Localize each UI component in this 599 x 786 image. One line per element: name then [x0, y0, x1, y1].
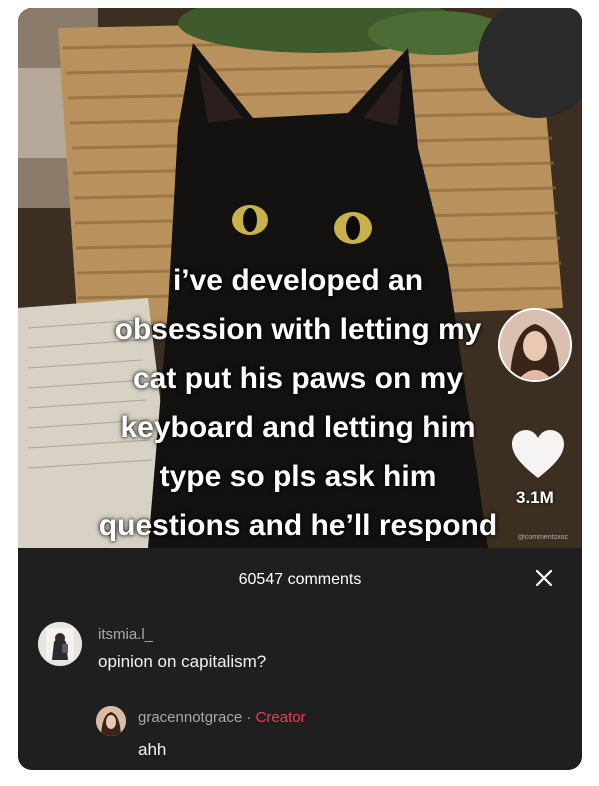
- close-icon[interactable]: [532, 566, 556, 590]
- caption-line: type so pls ask him: [159, 460, 437, 493]
- watermark: @commentsxoc: [517, 534, 568, 541]
- comment-text: opinion on capitalism?: [98, 652, 267, 671]
- reply-username[interactable]: gracennotgrace: [138, 709, 242, 726]
- avatar[interactable]: [96, 706, 126, 736]
- caption-line: questions and he’ll respond: [98, 509, 498, 542]
- tiktok-frame: i’ve developed an obsession with letting…: [18, 8, 582, 770]
- caption-line: i’ve developed an: [172, 264, 424, 297]
- separator-dot: ·: [246, 709, 252, 726]
- caption-line: cat put his paws on my: [132, 362, 464, 395]
- creator-avatar-image: [500, 310, 570, 380]
- comments-count-title: 60547 comments: [238, 571, 362, 588]
- video-player[interactable]: i’ve developed an obsession with letting…: [18, 8, 582, 548]
- like-count: 3.1M: [516, 488, 554, 507]
- creator-badge: Creator: [255, 709, 306, 726]
- caption-line: obsession with letting my: [114, 313, 482, 346]
- reply-avatar-image: [96, 706, 126, 736]
- video-caption: i’ve developed an obsession with letting…: [48, 256, 548, 548]
- avatar[interactable]: [38, 622, 82, 666]
- reply-text: ahh: [138, 740, 167, 759]
- comment-username[interactable]: itsmia.l_: [98, 626, 153, 643]
- reply-username-line: gracennotgrace · Creator: [138, 709, 306, 726]
- comments-sheet: 60547 comments itsmia.l_ opinion on capi…: [18, 548, 582, 770]
- caption-line: keyboard and letting him: [120, 411, 476, 444]
- heart-icon[interactable]: [510, 428, 566, 482]
- commenter-avatar-image: [38, 622, 82, 666]
- creator-avatar[interactable]: [498, 308, 572, 382]
